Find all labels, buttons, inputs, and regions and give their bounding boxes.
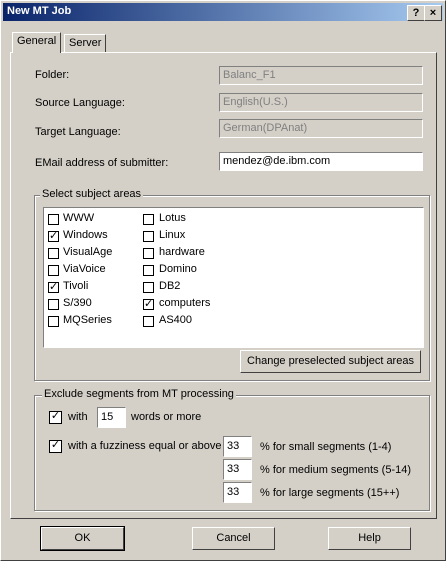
checkbox-windows[interactable]: ✓ [48,231,59,242]
checkbox-s390[interactable] [48,299,59,310]
label-www: WWW [63,212,95,224]
fuzziness-label: with a fuzziness equal or above [68,440,222,452]
checkbox-mqseries[interactable] [48,316,59,327]
large-segments-input[interactable]: 33 [223,482,252,503]
close-icon[interactable]: × [424,5,442,21]
label-lotus: Lotus [159,212,186,224]
checkbox-viavoice[interactable] [48,265,59,276]
medium-segments-input[interactable]: 33 [223,459,252,480]
folder-label: Folder: [35,69,70,81]
checkbox-lotus[interactable] [143,214,154,225]
checkbox-domino[interactable] [143,265,154,276]
title-bar[interactable]: New MT Job ? × [3,3,443,21]
checkbox-computers[interactable]: ✓ [143,299,154,310]
label-domino: Domino [159,263,197,275]
checkbox-linux[interactable] [143,231,154,242]
label-mqseries: MQSeries [63,314,112,326]
words-label: words or more [131,411,202,423]
checkbox-fuzziness[interactable]: ✓ [49,440,62,453]
exclude-segments-title: Exclude segments from MT processing [42,388,236,400]
ok-button[interactable]: OK [40,526,125,551]
label-windows: Windows [63,229,108,241]
label-computers: computers [159,297,211,309]
source-language-label: Source Language: [35,97,125,109]
large-segments-label: % for large segments (15++) [260,487,400,499]
target-language-field: German(DPAnat) [219,119,423,138]
small-segments-label: % for small segments (1-4) [260,441,392,453]
cancel-button[interactable]: Cancel [192,527,275,550]
checkbox-hardware[interactable] [143,248,154,259]
change-subject-areas-button[interactable]: Change preselected subject areas [240,350,421,373]
help-button[interactable]: Help [328,527,411,550]
checkbox-db2[interactable] [143,282,154,293]
label-tivoli: Tivoli [63,280,89,292]
checkbox-as400[interactable] [143,316,154,327]
email-label: EMail address of submitter: [35,157,169,169]
email-field[interactable]: mendez@de.ibm.com [219,152,423,171]
with-label: with [68,411,88,423]
label-hardware: hardware [159,246,205,258]
label-visualage: VisualAge [63,246,113,258]
subject-areas-list[interactable]: WWW ✓ Windows VisualAge ViaVoice ✓ Tivol… [43,207,424,348]
min-words-input[interactable]: 15 [97,407,126,428]
label-db2: DB2 [159,280,181,292]
label-as400: AS400 [159,314,193,326]
label-viavoice: ViaVoice [63,263,106,275]
tab-server[interactable]: Server [64,34,107,52]
label-linux: Linux [159,229,186,241]
checkbox-tivoli[interactable]: ✓ [48,282,59,293]
checkbox-visualage[interactable] [48,248,59,259]
target-language-label: Target Language: [35,126,121,138]
source-language-field: English(U.S.) [219,93,423,112]
subject-areas-title: Select subject areas [40,188,144,200]
checkbox-min-words[interactable]: ✓ [49,411,62,424]
checkbox-www[interactable] [48,214,59,225]
tab-general[interactable]: General [12,32,62,53]
small-segments-input[interactable]: 33 [223,436,252,457]
dialog-window: New MT Job ? × General Server Folder: Ba… [0,0,446,561]
medium-segments-label: % for medium segments (5-14) [260,464,411,476]
folder-field: Balanc_F1 [219,66,423,85]
label-s390: S/390 [63,297,92,309]
window-title: New MT Job [7,5,72,17]
help-icon[interactable]: ? [407,5,425,21]
